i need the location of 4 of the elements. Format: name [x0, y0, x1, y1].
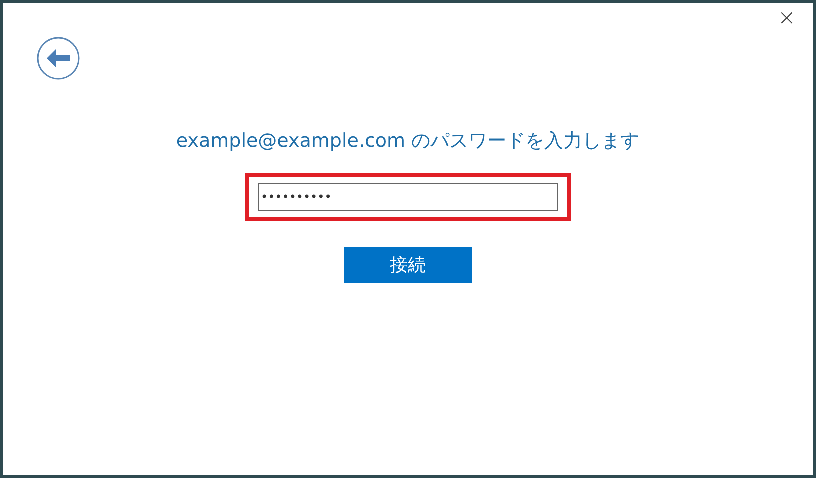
dialog-heading: example@example.com のパスワードを入力します — [176, 129, 640, 154]
connect-button[interactable]: 接続 — [344, 247, 472, 283]
close-button[interactable]: × — [775, 7, 799, 31]
password-field[interactable]: •••••••••• — [258, 183, 558, 211]
